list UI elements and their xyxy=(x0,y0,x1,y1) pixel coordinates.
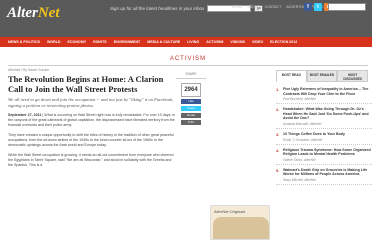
list-item[interactable]: 3. 10 Things Coffee Does to Your Body Ro… xyxy=(276,129,372,145)
promo-image xyxy=(213,217,269,239)
list-item-number: 3. xyxy=(276,131,280,137)
list-item-author: Stacy Mitchell, AlterNet xyxy=(283,177,316,182)
list-item-author: Valerie Tarico, AlterNet xyxy=(283,157,316,162)
nav-item-world[interactable]: World xyxy=(47,40,61,44)
util-link-contact[interactable]: Contact xyxy=(265,5,282,9)
article: AlterNet / By Sarah Gordon The Revolutio… xyxy=(8,68,176,168)
originals-badge: AlterNet Originals xyxy=(214,209,246,214)
nav-item-video[interactable]: Video xyxy=(252,40,263,44)
originals-promo[interactable]: AlterNet Originals xyxy=(210,205,270,240)
list-item-number: 4. xyxy=(276,147,280,153)
site-header: Alter Net Sign up for all the latest head… xyxy=(0,0,372,37)
section-divider xyxy=(8,65,368,66)
facebook-like-button[interactable]: Like xyxy=(181,99,201,104)
list-item-author: Paul Buchheit, AlterNet xyxy=(283,97,316,102)
list-item-author: Robin T. Gonzalez, AlterNet xyxy=(283,137,323,142)
main-nav: News & Politics World Economy Rights Env… xyxy=(0,37,372,47)
list-item-number: 2. xyxy=(276,107,280,113)
nav-item-media-culture[interactable]: Media & Culture xyxy=(147,40,180,44)
list-item[interactable]: 2. Headshaker: What Was Going Through Dr… xyxy=(276,104,372,129)
list-item[interactable]: 5. Walmart's Death Grip on Groceries is … xyxy=(276,165,372,185)
article-dek: We all need to go down and join the occu… xyxy=(8,97,174,108)
twitter-icon[interactable]: t xyxy=(314,3,322,11)
popular-list: 1. Five Ugly Extremes of Inequality in A… xyxy=(276,84,372,185)
nav-item-rights[interactable]: Rights xyxy=(93,40,107,44)
article-paragraph-3: While the Wall Street occupation is grow… xyxy=(8,153,174,168)
nav-item-living[interactable]: Living xyxy=(187,40,199,44)
share-count: 2964 xyxy=(181,83,201,97)
share-column: Share 2964 Like Tweet Email Print xyxy=(176,72,206,125)
nav-item-news-politics[interactable]: News & Politics xyxy=(8,40,40,44)
signup-text: Sign up for all the latest headlines in … xyxy=(110,5,205,11)
site-search-input[interactable] xyxy=(328,3,366,11)
list-item-title[interactable]: Religious Trauma Syndrome: How Some Orga… xyxy=(283,148,372,157)
list-item-author: Amanda Marcotte, AlterNet xyxy=(283,121,322,126)
print-button[interactable]: Print xyxy=(181,120,201,125)
section-title: ACTIVISM xyxy=(169,56,207,62)
article-paragraph-1: September 27, 2011 | What is occurring o… xyxy=(8,113,176,128)
util-link-home[interactable]: Home xyxy=(232,5,243,9)
nav-item-election[interactable]: Election 2012 xyxy=(270,40,297,44)
tab-most-read[interactable]: Most Read xyxy=(276,70,307,82)
article-title: The Revolution Begins at Home: A Clarion… xyxy=(8,74,164,94)
share-label: Share xyxy=(176,72,206,79)
list-item[interactable]: 1. Five Ugly Extremes of Inequality in A… xyxy=(276,84,372,105)
section-heading: ACTIVISM xyxy=(8,56,368,62)
tab-most-discussed[interactable]: Most Discussed xyxy=(337,70,369,82)
article-paragraph-2: They have created a unique opportunity t… xyxy=(8,133,174,148)
logo-net: Net xyxy=(37,4,60,21)
list-item-number: 5. xyxy=(276,167,280,173)
list-item-title[interactable]: Walmart's Death Grip on Groceries is Mak… xyxy=(283,168,372,177)
tweet-button[interactable]: Tweet xyxy=(181,106,201,111)
list-item-number: 1. xyxy=(276,87,280,92)
alternet-logo[interactable]: Alter Net xyxy=(7,2,60,24)
tab-most-emailed[interactable]: Most Emailed xyxy=(306,70,338,82)
nav-item-visions[interactable]: Visions xyxy=(230,40,245,44)
popular-tabs: Most Read Most Emailed Most Discussed xyxy=(276,70,369,82)
nav-item-activism[interactable]: Activism xyxy=(206,40,223,44)
article-byline[interactable]: AlterNet / By Sarah Gordon xyxy=(8,68,176,72)
logo-alter: Alter xyxy=(7,4,38,21)
email-button[interactable]: Email xyxy=(181,113,201,118)
util-link-about[interactable]: About xyxy=(248,5,260,9)
list-item[interactable]: 4. Religious Trauma Syndrome: How Some O… xyxy=(276,145,372,165)
list-item-title[interactable]: Headshaker: What Was Going Through Dr. O… xyxy=(283,107,372,121)
nav-item-economy[interactable]: Economy xyxy=(68,40,87,44)
sidebar-popular: Most Read Most Emailed Most Discussed 1.… xyxy=(276,70,372,185)
article-date: September 27, 2011 xyxy=(8,113,42,118)
facebook-icon[interactable]: f xyxy=(304,3,312,11)
list-item-title[interactable]: 10 Things Coffee Does to Your Body xyxy=(283,132,372,137)
nav-item-environment[interactable]: Environment xyxy=(114,40,141,44)
list-item-title[interactable]: Five Ugly Extremes of Inequality in Amer… xyxy=(283,87,372,96)
